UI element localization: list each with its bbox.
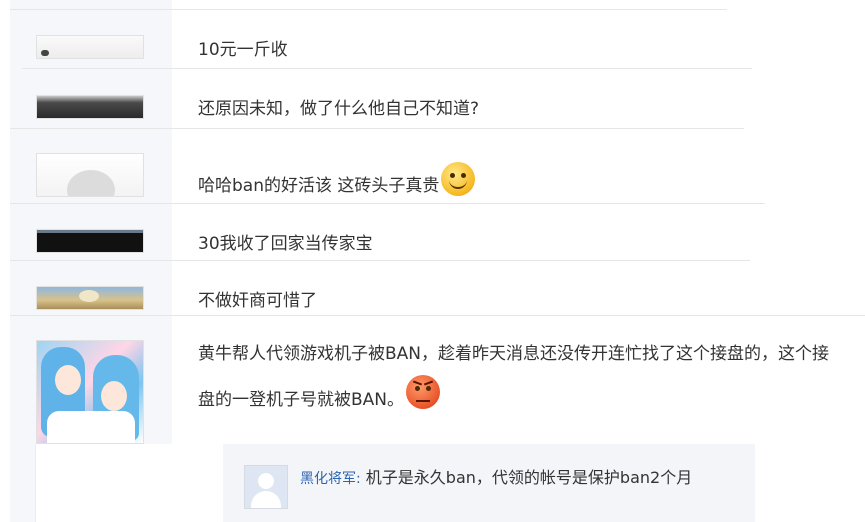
comment-text: 哈哈ban的好活该 这砖头子真贵	[198, 162, 476, 198]
avatar[interactable]	[36, 229, 144, 253]
divider	[10, 128, 744, 129]
divider	[10, 203, 765, 204]
avatar[interactable]	[36, 95, 144, 119]
comment-text: 黄牛帮人代领游戏机子被BAN，趁着昨天消息还没传开连忙找了这个接盘的，这个接盘的…	[198, 331, 838, 423]
smile-emoji-icon	[441, 162, 476, 196]
reply-box: 黑化将军: 机子是永久ban，代领的帐号是保护ban2个月	[223, 444, 755, 522]
reply-username-link[interactable]: 黑化将军:	[300, 471, 361, 487]
comment-text: 30我收了回家当传家宝	[198, 232, 373, 256]
comment-body: 黄牛帮人代领游戏机子被BAN，趁着昨天消息还没传开连忙找了这个接盘的，这个接盘的…	[198, 344, 830, 410]
comment-body: 10元一斤收	[198, 40, 288, 60]
avatar[interactable]	[36, 340, 144, 444]
divider	[10, 260, 750, 261]
comment-body: 还原因未知，做了什么他自己不知道?	[198, 99, 480, 119]
comment-body: 30我收了回家当传家宝	[198, 234, 373, 254]
comment-body: 哈哈ban的好活该 这砖头子真贵	[198, 176, 440, 196]
reply-area-spacer	[35, 444, 199, 522]
comment-text: 不做奸商可惜了	[198, 289, 317, 313]
angry-emoji-icon	[406, 375, 441, 409]
avatar[interactable]	[36, 35, 144, 59]
reply-item: 黑化将军: 机子是永久ban，代领的帐号是保护ban2个月	[300, 466, 692, 491]
avatar[interactable]	[36, 153, 144, 197]
divider	[22, 68, 752, 69]
reply-text: 机子是永久ban，代领的帐号是保护ban2个月	[360, 468, 693, 487]
avatar[interactable]	[36, 286, 144, 310]
comment-text: 还原因未知，做了什么他自己不知道?	[198, 97, 479, 121]
divider	[10, 9, 727, 10]
divider	[10, 315, 865, 316]
comment-text: 10元一斤收	[198, 38, 288, 62]
comment-body: 不做奸商可惜了	[198, 291, 317, 311]
reply-avatar[interactable]	[244, 465, 288, 509]
